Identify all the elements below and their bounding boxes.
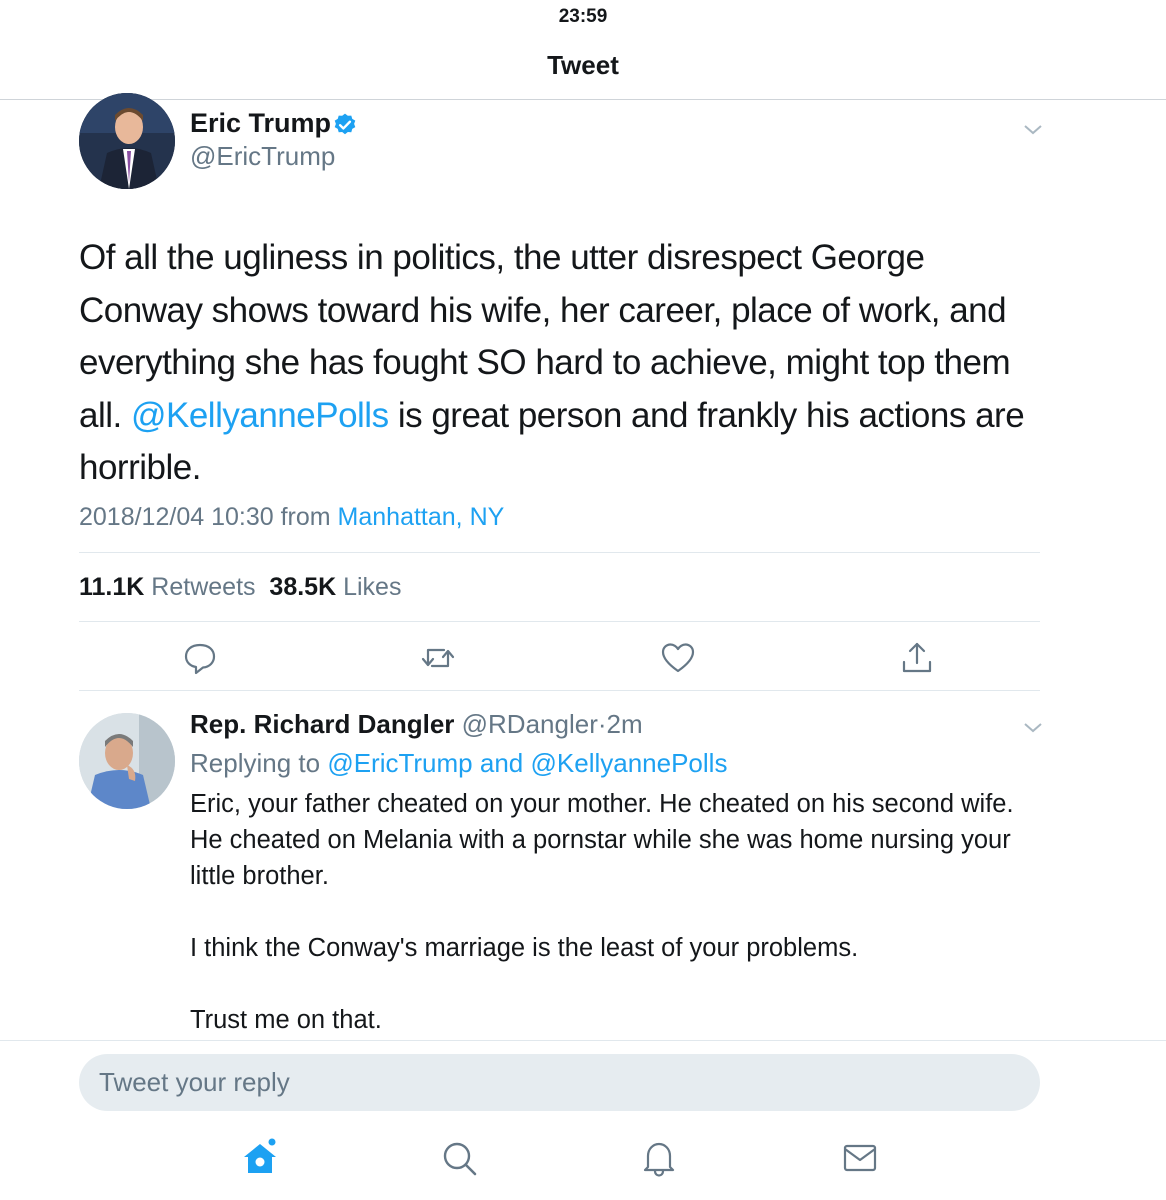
- mention-link[interactable]: @KellyannePolls: [531, 748, 728, 778]
- status-bar-time: 23:59: [558, 6, 608, 27]
- verified-badge-icon: [334, 113, 356, 135]
- reply-paragraph: Trust me on that.: [190, 1006, 382, 1034]
- tweet-meta: 2018/12/04 10:30 from Manhattan, NY: [79, 503, 504, 532]
- person-photo-icon: [79, 713, 175, 809]
- reply-paragraph: Eric, your father cheated on your mother…: [190, 790, 1014, 890]
- divider: [79, 690, 1040, 691]
- mention-link[interactable]: @EricTrump: [327, 748, 472, 778]
- author-handle[interactable]: @EricTrump: [190, 141, 335, 172]
- share-icon[interactable]: [897, 638, 937, 678]
- reply-paragraph: I think the Conway's marriage is the lea…: [190, 934, 859, 962]
- replying-prefix: Replying to: [190, 748, 321, 778]
- location-link[interactable]: Manhattan, NY: [338, 503, 505, 531]
- tweet-text: Of all the ugliness in politics, the utt…: [79, 232, 1039, 495]
- retweet-icon[interactable]: [418, 638, 458, 678]
- chevron-down-icon[interactable]: [1020, 118, 1046, 140]
- nav-divider: [0, 99, 1166, 100]
- reply-author-name[interactable]: Rep. Richard Dangler: [190, 709, 454, 739]
- divider: [79, 621, 1040, 622]
- divider: [79, 552, 1040, 553]
- author-avatar[interactable]: [79, 93, 175, 189]
- home-icon[interactable]: [240, 1138, 280, 1178]
- replying-and[interactable]: and: [480, 748, 523, 778]
- reply-author-avatar[interactable]: [79, 713, 175, 809]
- like-icon[interactable]: [658, 638, 698, 678]
- notifications-icon[interactable]: [639, 1138, 679, 1178]
- replying-to: Replying to @EricTrump and @KellyannePol…: [190, 748, 727, 779]
- divider: [0, 1040, 1166, 1041]
- messages-icon[interactable]: [840, 1138, 880, 1178]
- likes-count[interactable]: 38.5K: [269, 573, 336, 601]
- search-icon[interactable]: [439, 1138, 479, 1178]
- retweets-count[interactable]: 11.1K: [79, 573, 144, 601]
- person-photo-icon: [79, 93, 175, 189]
- reply-icon[interactable]: [180, 638, 220, 678]
- reply-time: 2m: [606, 709, 643, 739]
- author-name[interactable]: Eric Trump: [190, 108, 331, 139]
- mention-link[interactable]: @KellyannePolls: [131, 396, 389, 435]
- timestamp: 2018/12/04 10:30: [79, 503, 274, 531]
- page-title: Tweet: [547, 50, 619, 80]
- likes-label[interactable]: Likes: [343, 573, 401, 601]
- chevron-down-icon[interactable]: [1020, 716, 1046, 738]
- retweets-label[interactable]: Retweets: [151, 573, 255, 601]
- reply-input[interactable]: [79, 1054, 1040, 1111]
- reply-header: Rep. Richard Dangler @RDangler·2m: [190, 709, 643, 739]
- from-label: from: [280, 503, 331, 531]
- tweet-stats: 11.1K Retweets 38.5K Likes: [79, 573, 401, 602]
- reply-author-handle[interactable]: @RDangler: [462, 709, 598, 739]
